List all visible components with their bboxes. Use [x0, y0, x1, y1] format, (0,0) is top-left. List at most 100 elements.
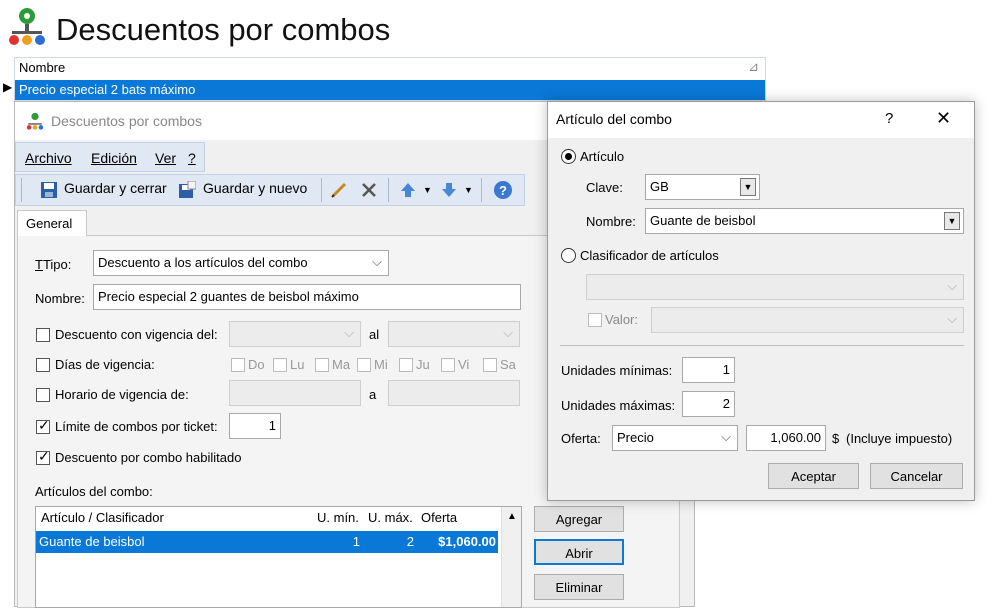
nombre-combo[interactable]: Guante de beisbol ▼: [645, 208, 964, 234]
day-checkbox-vi[interactable]: [441, 358, 455, 372]
habilitado-label: Descuento por combo habilitado: [55, 450, 242, 465]
background-list[interactable]: Nombre ⊿ Precio especial 2 bats máximo: [14, 57, 766, 101]
menu-archivo[interactable]: Archivo: [25, 150, 72, 166]
clave-value: GB: [650, 179, 669, 194]
day-checkbox-mi[interactable]: [357, 358, 371, 372]
impuesto-label: (Incluye impuesto): [846, 431, 953, 446]
vigencia-label: Descuento con vigencia del:: [55, 327, 218, 342]
day-label-vi: Vi: [458, 357, 470, 372]
editor-window-title: Descuentos por combos: [51, 113, 202, 129]
move-up-dropdown-icon[interactable]: ▼: [423, 185, 432, 195]
help-icon[interactable]: ?: [493, 180, 513, 200]
clave-combo[interactable]: GB ▼: [645, 174, 760, 200]
oferta-tipo-select[interactable]: Precio ⌵: [612, 425, 738, 451]
currency-label: $: [832, 431, 840, 446]
dialog-help-button[interactable]: ?: [885, 110, 893, 127]
tipo-select[interactable]: Descuento a los artículos del combo ⌵: [93, 250, 389, 276]
day-checkbox-lu[interactable]: [273, 358, 287, 372]
valor-checkbox[interactable]: [588, 313, 602, 327]
window-logo-icon: [25, 111, 45, 134]
chevron-down-icon: ⌵: [721, 429, 731, 444]
menu-help[interactable]: ?: [188, 150, 196, 166]
day-checkbox-sa[interactable]: [483, 358, 497, 372]
save-close-button[interactable]: Guardar y cerrar: [64, 180, 167, 196]
vigencia-al-label: al: [369, 327, 380, 342]
horario-to[interactable]: [388, 380, 520, 406]
grid-header-umin[interactable]: U. mín.: [314, 507, 362, 529]
day-label-ma: Ma: [332, 357, 351, 372]
unid-min-label: Unidades mínimas:: [561, 363, 673, 378]
row-indicator-icon: ▶: [3, 80, 13, 94]
valor-select[interactable]: ⌵: [651, 307, 964, 333]
menu-ver[interactable]: Ver: [155, 150, 176, 166]
unid-max-input[interactable]: 2: [682, 391, 735, 417]
chevron-down-icon: ⌵: [947, 278, 957, 293]
eliminar-button[interactable]: Eliminar: [534, 574, 624, 600]
grid-header-umax[interactable]: U. máx.: [365, 507, 416, 529]
nombre-input[interactable]: Precio especial 2 guantes de beisbol máx…: [93, 284, 521, 310]
edit-pencil-icon[interactable]: [330, 181, 348, 199]
dias-checkbox[interactable]: [36, 358, 50, 372]
cell-oferta: $1,060.00: [438, 534, 496, 549]
list-item[interactable]: Precio especial 2 bats máximo: [15, 80, 765, 100]
vigencia-from-date[interactable]: ⌵: [229, 321, 361, 347]
unid-min-input[interactable]: 1: [682, 357, 735, 383]
menu-edicion[interactable]: Edición: [91, 150, 137, 166]
sort-icon[interactable]: ⊿: [748, 59, 759, 75]
clave-label: Clave:: [586, 180, 623, 195]
cancelar-button[interactable]: Cancelar: [870, 463, 963, 489]
dialog-titlebar: Artículo del combo ? ✕: [548, 102, 974, 138]
articulo-radio[interactable]: [561, 149, 576, 164]
column-header-nombre[interactable]: Nombre: [15, 58, 765, 78]
horario-checkbox[interactable]: [36, 388, 50, 402]
svg-text:?: ?: [499, 183, 507, 198]
agregar-button[interactable]: Agregar: [534, 506, 624, 532]
divider: [560, 345, 964, 346]
grid-header-oferta[interactable]: Oferta: [418, 507, 460, 529]
vigencia-to-date[interactable]: ⌵: [388, 321, 520, 347]
grid-header-articulo[interactable]: Artículo / Clasificador: [38, 507, 167, 529]
cell-umin: 1: [352, 534, 360, 549]
day-checkbox-do[interactable]: [231, 358, 245, 372]
horario-from[interactable]: [229, 380, 361, 406]
day-label-do: Do: [248, 357, 265, 372]
aceptar-button[interactable]: Aceptar: [768, 463, 859, 489]
habilitado-checkbox[interactable]: [36, 448, 50, 465]
vigencia-checkbox[interactable]: [36, 328, 50, 342]
grid-scrollbar[interactable]: ▲: [501, 507, 521, 607]
chevron-down-icon: ⌵: [344, 325, 354, 340]
nombre-dialog-value: Guante de beisbol: [650, 213, 756, 228]
articulos-grid[interactable]: Artículo / Clasificador U. mín. U. máx. …: [35, 506, 522, 608]
delete-x-icon[interactable]: [360, 181, 378, 199]
move-down-icon[interactable]: [440, 181, 458, 199]
articulo-combo-dialog: Artículo del combo ? ✕ Artículo Clave: G…: [547, 101, 975, 501]
oferta-value-input[interactable]: 1,060.00: [746, 425, 826, 451]
abrir-button[interactable]: Abrir: [534, 539, 624, 565]
oferta-label: Oferta:: [561, 431, 601, 446]
clasificador-select[interactable]: ⌵: [586, 274, 964, 300]
limite-input[interactable]: 1: [229, 413, 281, 439]
table-row[interactable]: Guante de beisbol 1 2 $1,060.00: [36, 531, 498, 553]
day-checkbox-ma[interactable]: [315, 358, 329, 372]
app-title: Descuentos por combos: [56, 12, 391, 47]
chevron-down-icon: ⌵: [503, 325, 513, 340]
clasificador-radio-label: Clasificador de artículos: [580, 248, 719, 263]
scroll-up-icon[interactable]: ▲: [507, 511, 517, 522]
save-new-button[interactable]: Guardar y nuevo: [203, 180, 307, 196]
limite-checkbox[interactable]: [36, 417, 50, 434]
clasificador-radio[interactable]: [561, 248, 576, 263]
tab-general[interactable]: General: [17, 210, 87, 236]
toolbar: Guardar y cerrar Guardar y nuevo ▼ ▼ ?: [15, 174, 525, 206]
nombre-dialog-label: Nombre:: [586, 214, 636, 229]
oferta-tipo-value: Precio: [617, 430, 654, 445]
tipo-label: TTipo:: [35, 257, 72, 272]
horario-a-label: a: [369, 387, 377, 402]
close-icon[interactable]: ✕: [936, 108, 951, 129]
chevron-down-icon[interactable]: ▼: [740, 178, 756, 196]
day-label-sa: Sa: [500, 357, 516, 372]
move-down-dropdown-icon[interactable]: ▼: [464, 185, 473, 195]
day-label-lu: Lu: [290, 357, 305, 372]
chevron-down-icon[interactable]: ▼: [944, 212, 960, 230]
day-checkbox-ju[interactable]: [399, 358, 413, 372]
move-up-icon[interactable]: [399, 181, 417, 199]
